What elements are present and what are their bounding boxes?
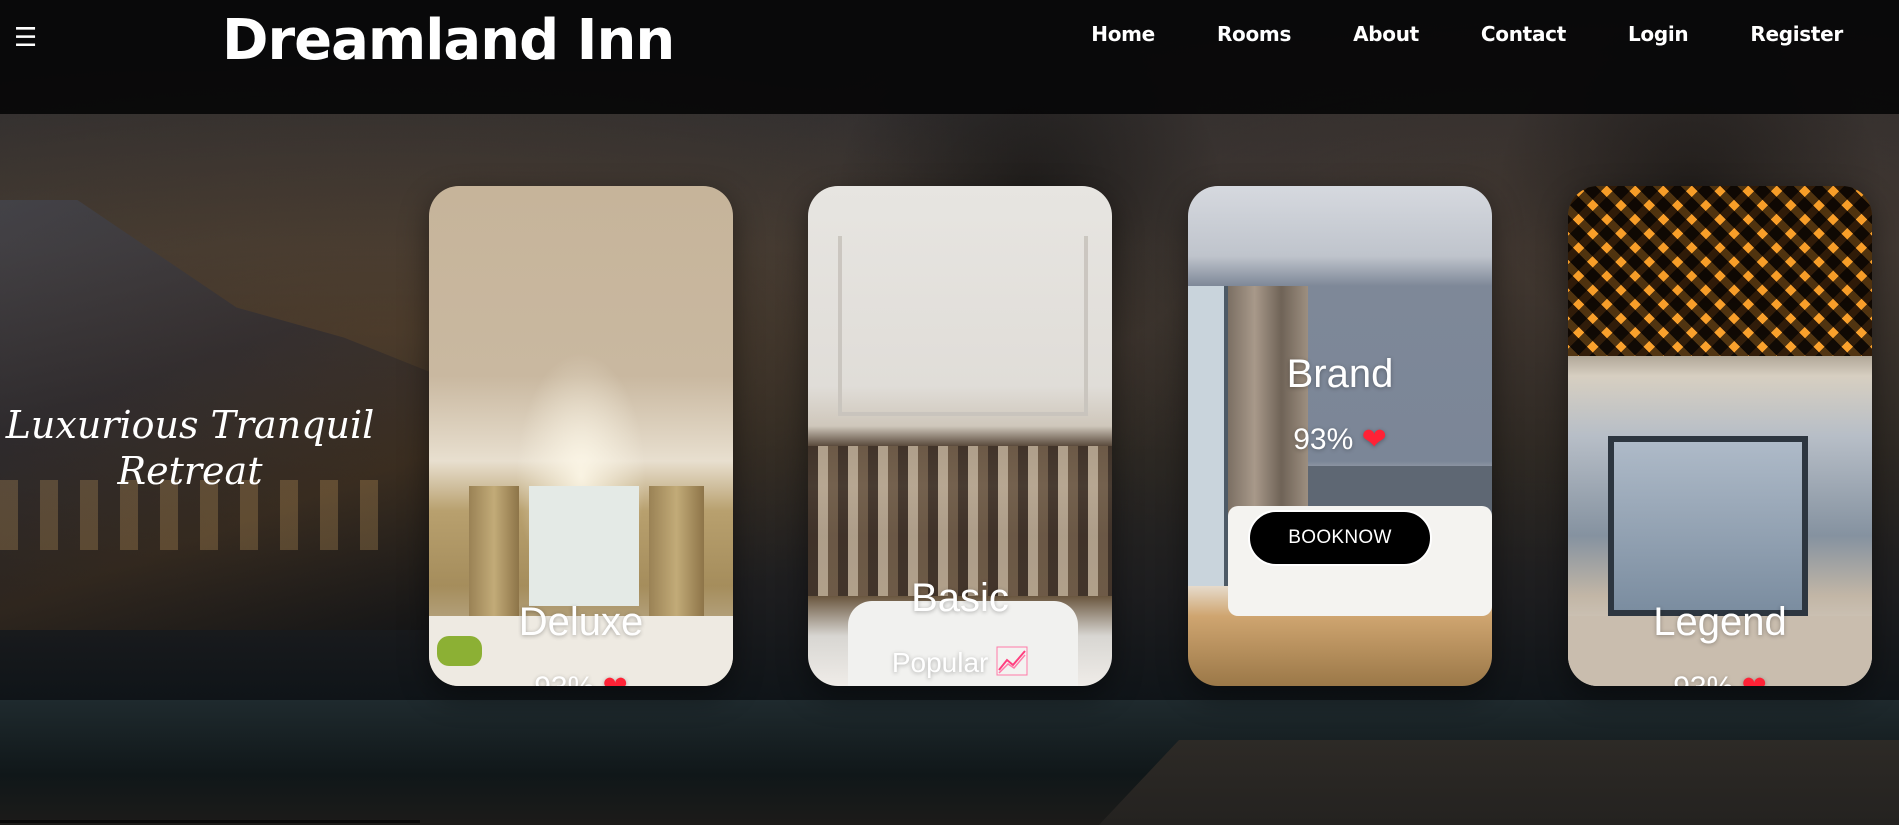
card-title: Deluxe	[518, 600, 644, 644]
room-card-brand[interactable]: Brand 93% ❤ BOOKNOW	[1188, 186, 1492, 686]
room-card-deluxe[interactable]: Deluxe 93% ❤	[429, 186, 733, 686]
hamburger-menu-icon[interactable]: ☰	[14, 25, 38, 51]
book-now-button[interactable]: BOOKNOW	[1248, 510, 1432, 566]
brand-title[interactable]: Dreamland Inn	[222, 8, 675, 73]
card-title: Brand	[1286, 352, 1394, 396]
card-rating: 93% ❤	[429, 670, 733, 686]
ceiling-detail	[838, 236, 1088, 416]
hero-tagline: Luxurious Tranquil Retreat	[0, 402, 380, 494]
card-title: Basic	[911, 576, 1009, 620]
card-popularity-label: Popular	[891, 646, 989, 678]
card-rating-value: 93%	[1673, 671, 1733, 686]
trending-chart-icon	[996, 646, 1028, 683]
card-title: Legend	[1653, 600, 1787, 644]
nav-link-rooms[interactable]: Rooms	[1217, 22, 1291, 46]
heart-icon: ❤	[603, 671, 628, 686]
nav-link-contact[interactable]: Contact	[1481, 22, 1566, 46]
hero-tagline-line1: Luxurious Tranquil	[5, 403, 375, 447]
card-rating-value: 93%	[534, 671, 594, 686]
room-card-basic[interactable]: Basic Popular	[808, 186, 1112, 686]
nav-link-register[interactable]: Register	[1750, 22, 1843, 46]
nav-link-home[interactable]: Home	[1091, 22, 1155, 46]
room-card-legend[interactable]: Legend 93% ❤	[1568, 186, 1872, 686]
nav-link-about[interactable]: About	[1353, 22, 1419, 46]
card-rating: 93% ❤	[1188, 422, 1492, 457]
card-popularity: Popular	[808, 646, 1112, 683]
heart-icon: ❤	[1361, 423, 1387, 456]
room-window	[529, 486, 639, 606]
room-window	[1608, 436, 1808, 616]
site-header: ☰ Dreamland Inn Home Rooms About Contact…	[0, 0, 1899, 114]
bottom-divider	[0, 820, 420, 823]
card-rating-value: 93%	[1293, 423, 1354, 456]
nav-link-login[interactable]: Login	[1628, 22, 1689, 46]
hero-tagline-line2: Retreat	[117, 449, 263, 493]
card-rating: 93% ❤	[1568, 670, 1872, 686]
room-curtains	[808, 446, 1112, 596]
deck-background	[1099, 740, 1899, 825]
ceiling-lattice	[1568, 186, 1872, 356]
heart-icon: ❤	[1742, 671, 1767, 686]
main-nav: Home Rooms About Contact Login Register	[1029, 22, 1843, 46]
